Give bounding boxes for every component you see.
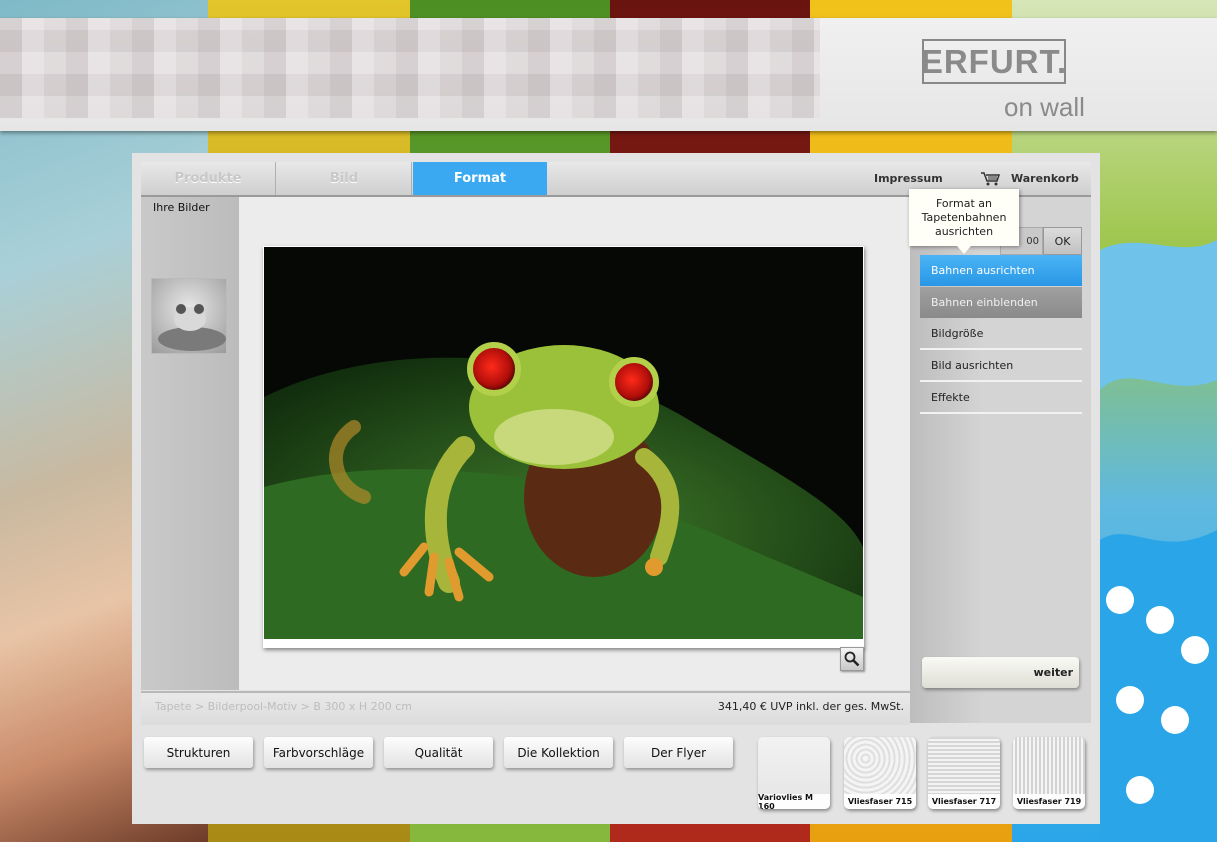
strukturen-button[interactable]: Strukturen (144, 737, 253, 768)
tab-format[interactable]: Format (413, 162, 547, 195)
frog-thumbnail-image (158, 304, 226, 351)
next-button[interactable]: weiter (922, 657, 1079, 688)
shopping-cart-icon (981, 171, 1001, 185)
image-library-title: Ihre Bilder (153, 201, 210, 214)
tooltip-text: Format an Tapetenbahnen ausrichten (921, 196, 1007, 238)
sample-label: Variovlies M 160 (758, 793, 830, 809)
wallpaper-preview-photo[interactable] (264, 247, 863, 639)
menu-item-image-size[interactable]: Bildgröße (920, 318, 1082, 350)
breadcrumb: Tapete > Bilderpool-Motiv > B 300 x H 20… (155, 700, 412, 713)
magnifier-icon (844, 651, 860, 667)
tooltip-arrow (957, 246, 971, 254)
sample-vliesfaser-717[interactable]: Vliesfaser 717 (928, 737, 1000, 809)
align-strips-button[interactable]: Bahnen ausrichten (920, 255, 1082, 286)
warenkorb-label: Warenkorb (1011, 172, 1079, 185)
on-wall-logo: on wall (1004, 92, 1085, 122)
ok-button[interactable]: OK (1043, 227, 1082, 255)
qualitaet-button[interactable]: Qualität (384, 737, 493, 768)
tab-produkte[interactable]: Produkte (141, 162, 276, 195)
kollektion-button[interactable]: Die Kollektion (504, 737, 613, 768)
sample-label: Vliesfaser 719 (1013, 794, 1085, 809)
pixelated-banner-image (0, 18, 820, 118)
sample-label: Vliesfaser 715 (844, 794, 916, 809)
tooltip: Format an Tapetenbahnen ausrichten (909, 189, 1019, 254)
flyer-button[interactable]: Der Flyer (624, 737, 733, 768)
menu-item-align-image[interactable]: Bild ausrichten (920, 350, 1082, 382)
erfurt-logo: ERFURT. (921, 39, 1066, 84)
frog-photo-image (264, 247, 863, 639)
image-library-panel: Ihre Bilder (141, 197, 239, 690)
tab-bild[interactable]: Bild (277, 162, 412, 195)
zoom-button[interactable] (840, 647, 864, 671)
farbvorschlaege-button[interactable]: Farbvorschläge (264, 737, 373, 768)
image-thumbnail[interactable] (151, 278, 227, 354)
sample-vliesfaser-715[interactable]: Vliesfaser 715 (844, 737, 916, 809)
sample-variovlies-m160[interactable]: Variovlies M 160 (758, 737, 830, 809)
price-label: 341,40 € UVP inkl. der ges. MwSt. (717, 700, 904, 713)
menu-item-effects[interactable]: Effekte (920, 382, 1082, 414)
header-banner: ERFURT. on wall (0, 18, 1217, 131)
sample-vliesfaser-719[interactable]: Vliesfaser 719 (1013, 737, 1085, 809)
sample-label: Vliesfaser 717 (928, 794, 1000, 809)
show-strips-button[interactable]: Bahnen einblenden (920, 287, 1082, 318)
